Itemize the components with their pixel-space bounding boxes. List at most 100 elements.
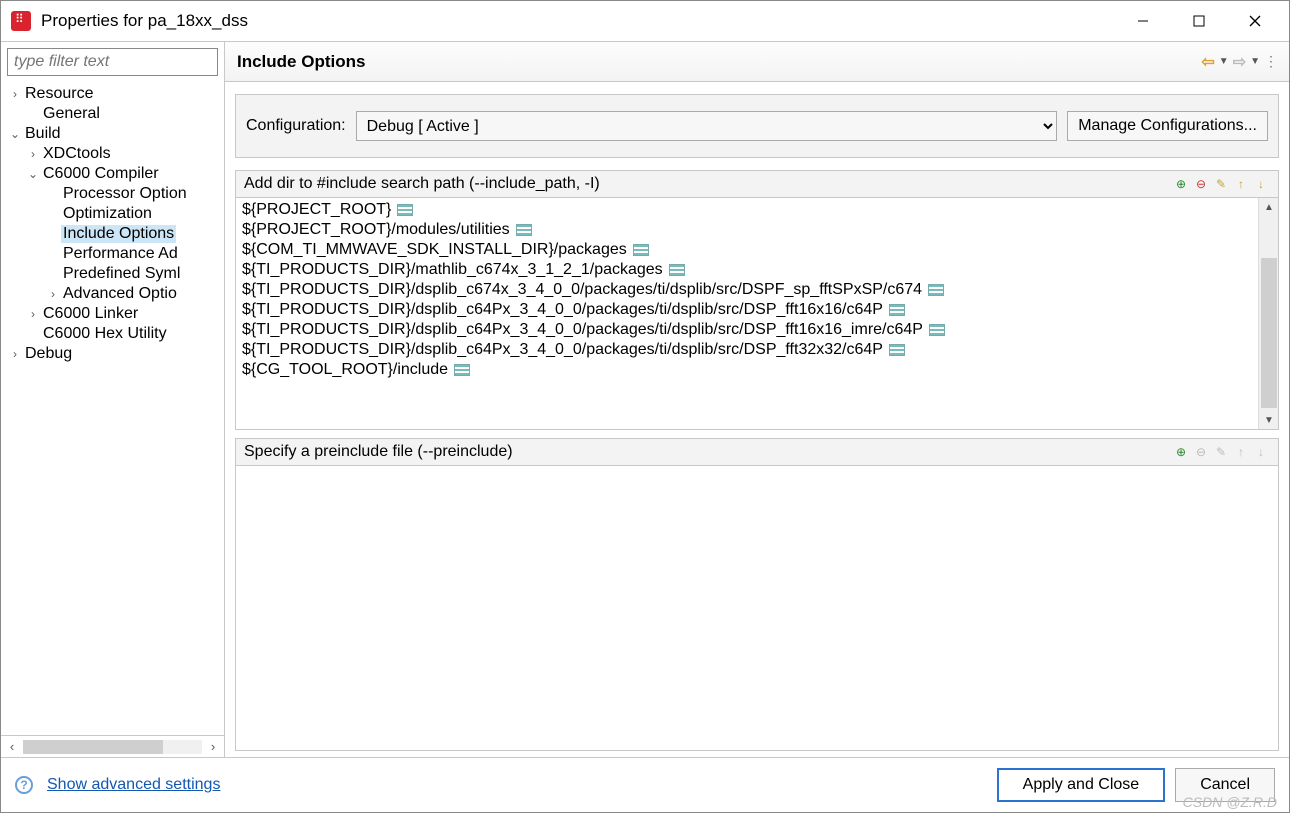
variable-icon [929,324,945,336]
tree-item[interactable]: ⌄Build [1,124,224,144]
tree-item[interactable]: Include Options [1,224,224,244]
tree-item[interactable]: Optimization [1,204,224,224]
vscroll-thumb[interactable] [1261,258,1277,408]
path-text: ${TI_PRODUCTS_DIR}/dsplib_c64Px_3_4_0_0/… [242,321,923,339]
tree-label: Advanced Optio [61,285,179,303]
list-item[interactable]: ${PROJECT_ROOT} [242,200,1252,220]
tree-item[interactable]: C6000 Hex Utility [1,324,224,344]
tree-item[interactable]: General [1,104,224,124]
variable-icon [928,284,944,296]
tree-label: C6000 Compiler [41,165,161,183]
back-icon[interactable]: ⇦ [1201,52,1214,72]
view-menu-icon[interactable]: ⋮ [1264,53,1277,70]
close-button[interactable] [1227,3,1283,39]
chevron-right-icon[interactable]: › [25,147,41,161]
sidebar: ›ResourceGeneral⌄Build›XDCtools⌄C6000 Co… [1,42,225,757]
chevron-right-icon[interactable]: › [7,347,23,361]
delete-icon: ⊖ [1192,443,1210,461]
scroll-thumb[interactable] [23,740,163,754]
tree-label: XDCtools [41,145,113,163]
add-icon[interactable]: ⊕ [1172,443,1190,461]
main-panel: Include Options ⇦ ▼ ⇨ ▼ ⋮ Configuration:… [225,42,1289,757]
tree-item[interactable]: ›Debug [1,344,224,364]
list-item[interactable]: ${TI_PRODUCTS_DIR}/dsplib_c64Px_3_4_0_0/… [242,300,1252,320]
tree-item[interactable]: Performance Ad [1,244,224,264]
tree-item[interactable]: Processor Option [1,184,224,204]
list-item[interactable]: ${CG_TOOL_ROOT}/include [242,360,1252,380]
path-text: ${TI_PRODUCTS_DIR}/dsplib_c64Px_3_4_0_0/… [242,301,883,319]
variable-icon [633,244,649,256]
maximize-button[interactable] [1171,3,1227,39]
move-down-icon[interactable]: ↓ [1252,175,1270,193]
chevron-down-icon[interactable]: ⌄ [25,167,41,181]
forward-menu-icon[interactable]: ▼ [1250,56,1260,67]
move-up-icon[interactable]: ↑ [1232,175,1250,193]
help-icon[interactable]: ? [15,776,33,794]
variable-icon [669,264,685,276]
app-icon [11,11,31,31]
tree-item[interactable]: Predefined Syml [1,264,224,284]
tree-label: General [41,105,102,123]
configuration-label: Configuration: [246,117,346,135]
scroll-right-icon[interactable]: › [202,739,224,754]
list-item[interactable]: ${PROJECT_ROOT}/modules/utilities [242,220,1252,240]
list-item[interactable]: ${COM_TI_MMWAVE_SDK_INSTALL_DIR}/package… [242,240,1252,260]
dialog-footer: ? Show advanced settings Apply and Close… [1,758,1289,812]
move-down-icon: ↓ [1252,443,1270,461]
list-item[interactable]: ${TI_PRODUCTS_DIR}/mathlib_c674x_3_1_2_1… [242,260,1252,280]
apply-and-close-button[interactable]: Apply and Close [997,768,1166,802]
tree-label: Processor Option [61,185,189,203]
include-paths-title: Add dir to #include search path (--inclu… [244,175,1172,193]
add-icon[interactable]: ⊕ [1172,175,1190,193]
configuration-select[interactable]: Debug [ Active ] [356,111,1058,141]
window-title: Properties for pa_18xx_dss [41,11,1115,31]
scroll-up-icon[interactable]: ▲ [1259,198,1278,216]
edit-icon[interactable]: ✎ [1212,175,1230,193]
preinclude-list[interactable] [236,466,1278,750]
chevron-right-icon[interactable]: › [25,307,41,321]
list-item[interactable]: ${TI_PRODUCTS_DIR}/dsplib_c64Px_3_4_0_0/… [242,340,1252,360]
forward-icon[interactable]: ⇨ [1233,52,1246,72]
path-text: ${COM_TI_MMWAVE_SDK_INSTALL_DIR}/package… [242,241,627,259]
delete-icon[interactable]: ⊖ [1192,175,1210,193]
tree-label: Include Options [61,225,176,243]
chevron-right-icon[interactable]: › [7,87,23,101]
scroll-down-icon[interactable]: ▼ [1259,411,1278,429]
path-text: ${CG_TOOL_ROOT}/include [242,361,448,379]
manage-configurations-button[interactable]: Manage Configurations... [1067,111,1268,141]
variable-icon [516,224,532,236]
scroll-left-icon[interactable]: ‹ [1,739,23,754]
variable-icon [889,304,905,316]
include-vscroll[interactable]: ▲ ▼ [1258,198,1278,429]
category-tree[interactable]: ›ResourceGeneral⌄Build›XDCtools⌄C6000 Co… [1,80,224,735]
page-title: Include Options [237,52,1201,72]
preinclude-title: Specify a preinclude file (--preinclude) [244,443,1172,461]
cancel-button[interactable]: Cancel [1175,768,1275,802]
list-item[interactable]: ${TI_PRODUCTS_DIR}/dsplib_c64Px_3_4_0_0/… [242,320,1252,340]
tree-item[interactable]: ›Advanced Optio [1,284,224,304]
tree-label: Debug [23,345,74,363]
filter-input[interactable] [7,48,218,76]
list-item[interactable]: ${TI_PRODUCTS_DIR}/dsplib_c674x_3_4_0_0/… [242,280,1252,300]
variable-icon [454,364,470,376]
chevron-right-icon[interactable]: › [45,287,61,301]
show-advanced-link[interactable]: Show advanced settings [47,776,220,794]
configuration-row: Configuration: Debug [ Active ] Manage C… [235,94,1279,158]
tree-label: C6000 Hex Utility [41,325,169,343]
back-menu-icon[interactable]: ▼ [1219,56,1229,67]
properties-dialog: Properties for pa_18xx_dss ›ResourceGene… [0,0,1290,813]
tree-item[interactable]: ›XDCtools [1,144,224,164]
tree-item[interactable]: ›Resource [1,84,224,104]
tree-item[interactable]: ⌄C6000 Compiler [1,164,224,184]
move-up-icon: ↑ [1232,443,1250,461]
path-text: ${PROJECT_ROOT} [242,201,391,219]
include-paths-list[interactable]: ${PROJECT_ROOT}${PROJECT_ROOT}/modules/u… [236,198,1258,429]
minimize-button[interactable] [1115,3,1171,39]
chevron-down-icon[interactable]: ⌄ [7,127,23,141]
variable-icon [397,204,413,216]
path-text: ${TI_PRODUCTS_DIR}/dsplib_c64Px_3_4_0_0/… [242,341,883,359]
path-text: ${TI_PRODUCTS_DIR}/mathlib_c674x_3_1_2_1… [242,261,663,279]
tree-item[interactable]: ›C6000 Linker [1,304,224,324]
sidebar-hscroll[interactable]: ‹ › [1,735,224,757]
edit-icon: ✎ [1212,443,1230,461]
